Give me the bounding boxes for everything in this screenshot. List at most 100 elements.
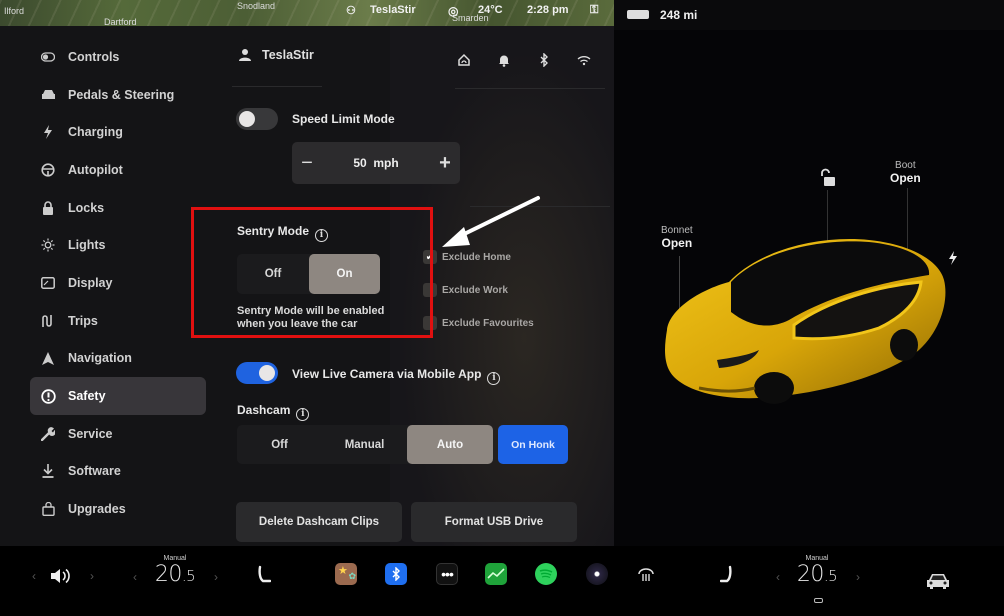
dashcam-on-honk-option[interactable]: On Honk	[498, 425, 568, 464]
speed-limit-toggle[interactable]	[236, 108, 278, 130]
car-controls-icon[interactable]	[925, 571, 951, 591]
sidebar-item-label: Navigation	[68, 351, 132, 366]
live-camera-toggle[interactable]	[236, 362, 278, 384]
wrench-icon	[40, 426, 56, 442]
toggle-icon	[40, 49, 56, 65]
display-icon	[40, 275, 56, 291]
boot-state: Open	[890, 171, 921, 185]
sidebar-item-label: Locks	[68, 200, 105, 215]
outside-temperature: 24°C	[478, 4, 503, 16]
sidebar-item-label: Lights	[68, 238, 106, 253]
delete-dashcam-clips-button[interactable]: Delete Dashcam Clips	[236, 502, 402, 542]
steering-wheel-icon	[40, 162, 56, 178]
speed-unit: mph	[373, 156, 399, 170]
divider	[455, 88, 605, 89]
info-icon[interactable]: i	[487, 371, 501, 385]
exclude-favourites-label: Exclude Favourites	[442, 317, 534, 329]
highlight-box-annotation	[191, 207, 433, 338]
profile-header[interactable]: TeslaStir	[238, 48, 314, 62]
passenger-temp-value: 20.5	[790, 562, 844, 587]
sidebar-item-service[interactable]: Service	[30, 415, 206, 453]
sidebar-item-lights[interactable]: Lights	[30, 226, 206, 264]
sidebar-item-locks[interactable]: Locks	[30, 189, 206, 227]
driver-seat-heater-icon[interactable]	[254, 564, 274, 586]
alert-circle-icon	[40, 388, 56, 404]
volume-icon[interactable]	[46, 566, 76, 586]
sidebar-item-label: Charging	[68, 125, 123, 140]
dashcam-off-option[interactable]: Off	[237, 425, 322, 464]
dashcam-auto-option[interactable]: Auto	[407, 425, 493, 464]
status-bar: 248 mi	[614, 0, 1004, 30]
temp-down-chevron[interactable]: ‹	[776, 570, 780, 584]
unlocked-icon[interactable]	[817, 168, 839, 190]
clock-time: 2:28 pm	[527, 4, 569, 16]
speed-value: 50	[353, 156, 367, 170]
bottom-dock: ‹ › ‹ Manual 20.5 › ★ ✿ ••• ‹ Manual 20.…	[0, 546, 1004, 616]
chevron-right-icon[interactable]: ›	[90, 569, 94, 583]
rear-defrost-icon[interactable]	[636, 565, 656, 585]
sentry-status-icon[interactable]: ◎	[448, 4, 458, 18]
chevron-left-icon[interactable]: ‹	[32, 569, 36, 583]
sidebar-item-controls[interactable]: Controls	[30, 38, 206, 76]
live-camera-heading: View Live Camera via Mobile App i	[292, 367, 501, 385]
map-place-label: Dartford	[104, 17, 137, 26]
passenger-seat-heater-icon[interactable]	[718, 564, 738, 586]
sidebar-item-trips[interactable]: Trips	[30, 302, 206, 340]
car-model-image[interactable]	[659, 220, 969, 420]
bluetooth-icon[interactable]	[524, 51, 564, 69]
wifi-icon[interactable]	[564, 51, 604, 69]
navigation-map-strip[interactable]: Ilford Dartford Snodland Smarden ⚇ Tesla…	[0, 0, 614, 26]
exclude-work-checkbox[interactable]: Exclude Work	[423, 283, 508, 297]
temp-down-chevron[interactable]: ‹	[133, 570, 137, 584]
decrease-speed-button[interactable]: −	[292, 142, 322, 184]
passenger-temp-mode: Manual	[805, 555, 829, 562]
sidebar-item-pedals-steering[interactable]: Pedals & Steering	[30, 76, 206, 114]
sidebar-item-label: Controls	[68, 49, 120, 64]
info-icon[interactable]: i	[296, 407, 310, 421]
temp-up-chevron[interactable]: ›	[856, 570, 860, 584]
temp-up-chevron[interactable]: ›	[214, 570, 218, 584]
more-apps-icon[interactable]: •••	[436, 563, 458, 585]
stocks-icon[interactable]	[485, 563, 507, 585]
profile-name: TeslaStir	[262, 48, 314, 62]
dashcam-label: Dashcam	[237, 403, 291, 417]
vehicle-view-panel: Boot Open Bonnet Open	[614, 30, 1004, 546]
divider	[232, 86, 322, 87]
format-usb-drive-button[interactable]: Format USB Drive	[411, 502, 577, 542]
dashcam-manual-option[interactable]: Manual	[322, 425, 407, 464]
trips-icon	[40, 313, 56, 329]
driver-temperature[interactable]: Manual 20.5	[148, 555, 202, 587]
dashcam-heading: Dashcam i	[237, 403, 310, 421]
map-username: TeslaStir	[370, 4, 416, 16]
temp-integer: 20	[154, 562, 183, 587]
toybox-icon[interactable]: ★ ✿	[335, 563, 357, 585]
sidebar-item-software[interactable]: Software	[30, 453, 206, 491]
driver-temp-value: 20.5	[148, 562, 202, 587]
speed-limit-label: Speed Limit Mode	[292, 112, 395, 126]
bell-icon[interactable]	[484, 51, 524, 69]
sidebar-item-label: Service	[68, 426, 113, 441]
camera-icon[interactable]	[586, 563, 608, 585]
boot-status[interactable]: Boot Open	[890, 160, 921, 185]
sidebar-item-autopilot[interactable]: Autopilot	[30, 151, 206, 189]
sidebar-item-display[interactable]: Display	[30, 264, 206, 302]
home-link-icon[interactable]	[444, 51, 484, 69]
passenger-temperature[interactable]: Manual 20.5	[790, 555, 844, 587]
sidebar-item-label: Display	[68, 275, 113, 290]
sidebar-item-label: Autopilot	[68, 162, 123, 177]
boot-title: Boot	[895, 160, 916, 171]
exclude-work-label: Exclude Work	[442, 284, 508, 296]
sidebar-item-upgrades[interactable]: Upgrades	[30, 490, 206, 528]
sidebar-item-charging[interactable]: Charging	[30, 113, 206, 151]
person-icon	[239, 49, 251, 61]
sidebar-item-safety[interactable]: Safety	[30, 377, 206, 415]
temp-integer: 20	[796, 562, 825, 587]
spotify-icon[interactable]	[535, 563, 557, 585]
car-icon	[40, 87, 56, 103]
sidebar-item-navigation[interactable]: Navigation	[30, 340, 206, 378]
increase-speed-button[interactable]: +	[430, 142, 460, 184]
temp-decimal: .5	[181, 567, 196, 585]
exclude-favourites-checkbox[interactable]: Exclude Favourites	[423, 316, 534, 330]
bluetooth-app-icon[interactable]	[385, 563, 407, 585]
map-place-label: Snodland	[237, 1, 276, 11]
